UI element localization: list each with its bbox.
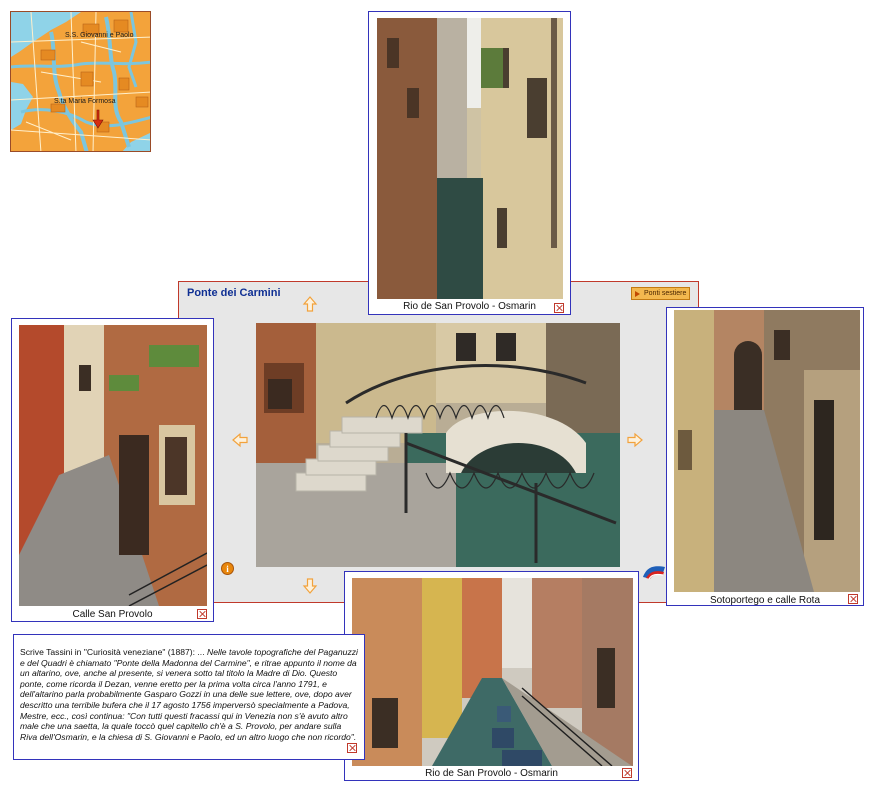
- photo-frame-bottom: Rio de San Provolo - Osmarin: [344, 571, 639, 781]
- arrow-down-icon[interactable]: [302, 578, 318, 594]
- close-icon[interactable]: [347, 743, 357, 753]
- ponti-sestiere-button[interactable]: Ponti sestiere: [631, 287, 690, 300]
- description-text: Scrive Tassini in "Curiosità veneziane" …: [20, 647, 358, 742]
- ponti-sestiere-label: Ponti sestiere: [644, 290, 687, 297]
- map-label-maria-formosa: S.ta Maria Formosa: [54, 98, 116, 105]
- close-icon[interactable]: [197, 609, 207, 619]
- photo-right-image: [674, 310, 860, 592]
- main-panel: Ponte dei Carmini Ponti sestiere: [178, 281, 699, 603]
- info-icon[interactable]: i: [221, 562, 234, 575]
- close-icon[interactable]: [848, 594, 858, 604]
- arrow-left-icon[interactable]: [232, 432, 248, 448]
- photo-top-caption: Rio de San Provolo - Osmarin: [403, 301, 536, 312]
- photo-left[interactable]: [19, 325, 207, 606]
- map-label-giovanni-paolo: S.S. Giovanni e Paolo: [65, 32, 134, 39]
- arrow-right-icon[interactable]: [627, 432, 643, 448]
- venice-flag-icon[interactable]: [641, 563, 667, 580]
- arrow-up-icon[interactable]: [302, 296, 318, 312]
- photo-top-image: [377, 18, 563, 299]
- main-bridge-photo[interactable]: [256, 323, 620, 567]
- photo-bottom[interactable]: [352, 578, 633, 766]
- photo-bottom-image: [352, 578, 633, 766]
- close-icon[interactable]: [554, 303, 564, 313]
- close-icon[interactable]: [622, 768, 632, 778]
- photo-left-caption: Calle San Provolo: [72, 609, 153, 620]
- district-map[interactable]: S.S. Giovanni e Paolo S.ta Maria Formosa: [10, 11, 151, 152]
- photo-left-image: [19, 325, 207, 606]
- main-bridge-image: [256, 323, 620, 567]
- photo-frame-left: Calle San Provolo: [11, 318, 214, 622]
- play-icon: [635, 291, 640, 297]
- description-quote: Nelle tavole topografiche del Paganuzzi …: [20, 647, 358, 742]
- photo-top[interactable]: [377, 18, 563, 299]
- photo-right-caption: Sotoportego e calle Rota: [709, 595, 821, 606]
- description-box: Scrive Tassini in "Curiosità veneziane" …: [13, 634, 365, 760]
- description-intro: Scrive Tassini in "Curiosità veneziane" …: [20, 647, 207, 657]
- photo-frame-right: Sotoportego e calle Rota: [666, 307, 864, 606]
- photo-frame-top: Rio de San Provolo - Osmarin: [368, 11, 571, 315]
- photo-bottom-caption: Rio de San Provolo - Osmarin: [425, 768, 558, 779]
- photo-right[interactable]: [674, 310, 860, 592]
- page-title: Ponte dei Carmini: [187, 287, 281, 299]
